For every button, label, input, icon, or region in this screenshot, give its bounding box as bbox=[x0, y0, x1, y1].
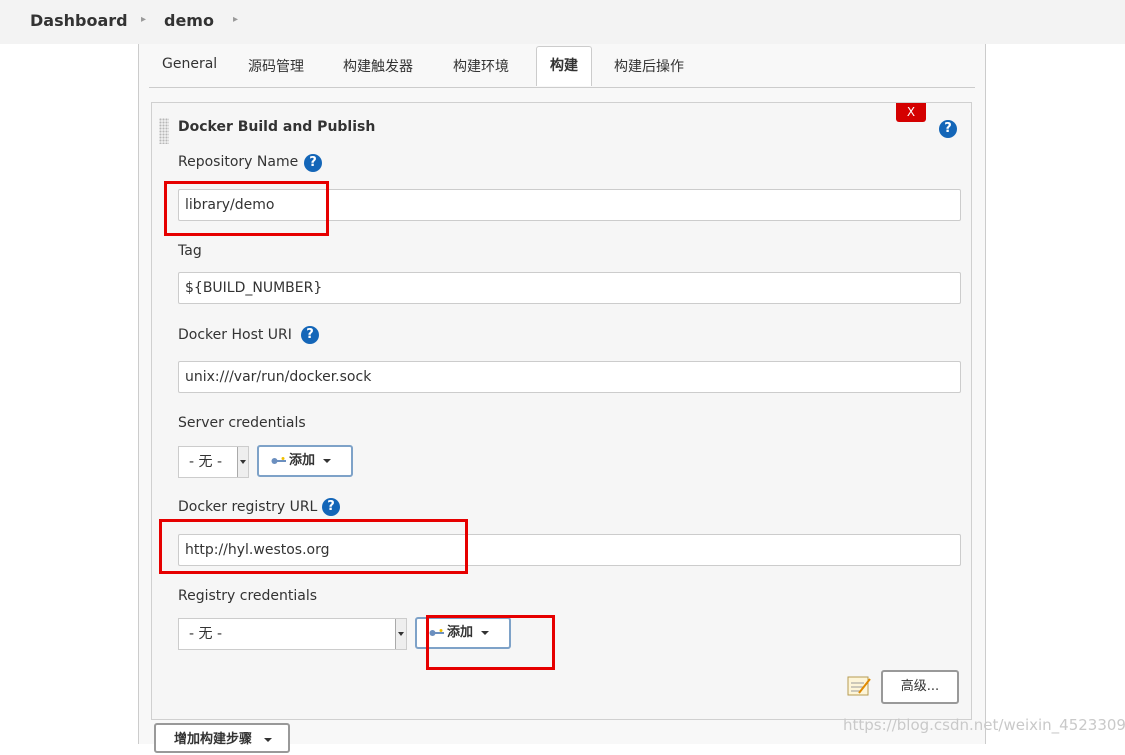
tab-build-environment[interactable]: 构建环境 bbox=[453, 56, 509, 76]
registry-credentials-selected: - 无 - bbox=[189, 626, 223, 642]
key-icon bbox=[271, 457, 286, 464]
tab-build-triggers[interactable]: 构建触发器 bbox=[343, 56, 413, 76]
tab-general[interactable]: General bbox=[162, 56, 217, 72]
breadcrumb-separator-icon[interactable]: ▸ bbox=[141, 14, 146, 25]
registry-credentials-select[interactable]: - 无 - bbox=[178, 618, 407, 650]
help-icon[interactable]: ? bbox=[322, 498, 340, 516]
tab-scm[interactable]: 源码管理 bbox=[248, 56, 304, 76]
docker-registry-url-label: Docker registry URL bbox=[178, 499, 318, 515]
tag-label: Tag bbox=[178, 243, 202, 259]
chevron-down-icon bbox=[237, 447, 248, 477]
step-title: Docker Build and Publish bbox=[178, 119, 376, 135]
breadcrumb-dashboard[interactable]: Dashboard bbox=[30, 11, 128, 30]
notepad-icon[interactable] bbox=[847, 675, 871, 697]
breadcrumb-job[interactable]: demo bbox=[164, 11, 214, 30]
highlight-registry-url bbox=[159, 519, 468, 574]
breadcrumb-bar: Dashboard ▸ demo ▸ bbox=[0, 0, 1125, 44]
tab-build[interactable]: 构建 bbox=[536, 46, 592, 86]
drag-handle-icon[interactable] bbox=[159, 118, 169, 144]
add-build-step-button[interactable]: 增加构建步骤 bbox=[154, 723, 290, 753]
add-server-credentials-label: 添加 bbox=[289, 453, 316, 468]
watermark: https://blog.csdn.net/weixin_45233090 bbox=[843, 716, 1125, 734]
tabs-divider bbox=[149, 87, 975, 88]
help-icon[interactable]: ? bbox=[304, 154, 322, 172]
add-server-credentials-button[interactable]: 添加 bbox=[257, 445, 353, 477]
repository-name-label: Repository Name bbox=[178, 154, 299, 170]
server-credentials-selected: - 无 - bbox=[189, 454, 223, 470]
breadcrumb-separator-icon[interactable]: ▸ bbox=[233, 14, 238, 25]
registry-credentials-label: Registry credentials bbox=[178, 588, 318, 604]
docker-host-uri-label: Docker Host URI bbox=[178, 327, 292, 343]
help-icon[interactable]: ? bbox=[301, 326, 319, 344]
advanced-button[interactable]: 高级... bbox=[881, 670, 959, 704]
delete-step-button[interactable]: X bbox=[896, 103, 926, 122]
docker-host-uri-input[interactable]: unix:///var/run/docker.sock bbox=[178, 361, 961, 393]
server-credentials-select[interactable]: - 无 - bbox=[178, 446, 249, 478]
highlight-repository-name bbox=[164, 181, 329, 236]
caret-down-icon bbox=[323, 459, 331, 463]
tag-input[interactable]: ${BUILD_NUMBER} bbox=[178, 272, 961, 304]
add-build-step-label: 增加构建步骤 bbox=[174, 732, 253, 747]
highlight-add-registry-credentials bbox=[426, 615, 555, 670]
server-credentials-label: Server credentials bbox=[178, 415, 306, 431]
help-icon[interactable]: ? bbox=[939, 120, 957, 138]
job-config-page: General 源码管理 构建触发器 构建环境 构建 构建后操作 Docker … bbox=[138, 44, 986, 753]
chevron-down-icon bbox=[395, 619, 406, 649]
tab-post-build[interactable]: 构建后操作 bbox=[614, 56, 684, 76]
caret-down-icon bbox=[264, 738, 272, 742]
